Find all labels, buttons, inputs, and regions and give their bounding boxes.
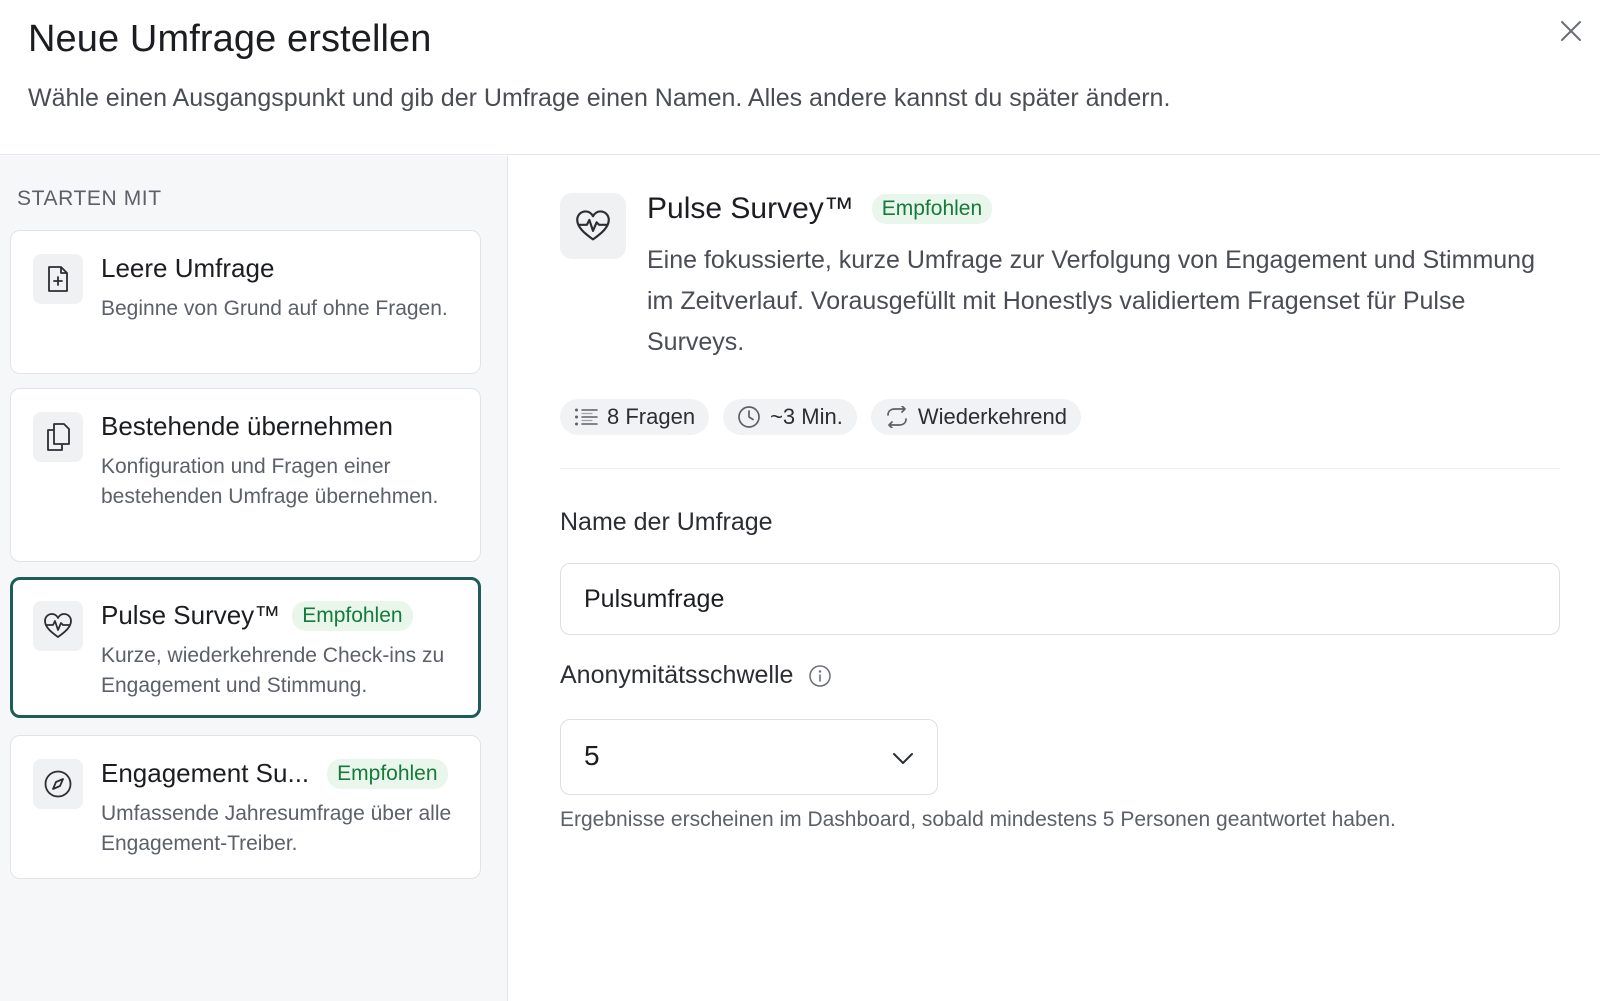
option-title: Engagement Su... <box>101 758 310 788</box>
detail-title: Pulse Survey™ <box>647 192 854 225</box>
option-copy-existing[interactable]: Bestehende übernehmen Konfiguration und … <box>10 388 481 562</box>
info-icon[interactable] <box>808 664 832 688</box>
list-icon <box>575 408 598 426</box>
dialog-header: Neue Umfrage erstellen Wähle einen Ausga… <box>0 0 1600 155</box>
anonymity-hint: Ergebnisse erscheinen im Dashboard, soba… <box>560 808 1396 831</box>
option-title: Bestehende übernehmen <box>101 411 394 441</box>
stat-label: ~3 Min. <box>770 404 843 429</box>
detail-description: Eine fokussierte, kurze Umfrage zur Verf… <box>647 246 1535 356</box>
close-button[interactable] <box>1556 16 1586 46</box>
option-pulse-survey[interactable]: Pulse Survey™ Empfohlen Kurze, wiederkeh… <box>10 577 481 718</box>
option-icon-box <box>33 601 83 651</box>
option-icon-box <box>33 412 83 462</box>
heart-pulse-icon <box>576 210 610 241</box>
anonymity-threshold-label: Anonymitätsschwelle <box>560 661 794 689</box>
file-plus-icon <box>48 266 68 292</box>
heart-pulse-icon <box>44 613 72 638</box>
option-title: Leere Umfrage <box>101 253 275 283</box>
option-title: Pulse Survey™ <box>101 600 281 630</box>
stat-recurrence: Wiederkehrend <box>870 399 1082 435</box>
sidebar-title: STARTEN MIT <box>17 187 162 210</box>
repeat-icon <box>886 406 907 428</box>
option-icon-box <box>33 254 83 304</box>
survey-stats: 8 Fragen ~3 Min. Wiederkehrend <box>560 399 1082 435</box>
recommended-badge: Empfohlen <box>327 758 448 789</box>
option-description: Beginne von Grund auf ohne Fragen. <box>101 297 448 320</box>
option-description: Umfassende Jahresumfrage über alle Engag… <box>101 802 452 855</box>
clock-icon <box>738 406 760 428</box>
compass-icon <box>44 770 72 798</box>
recommended-badge: Empfohlen <box>292 600 413 631</box>
stat-label: 8 Fragen <box>607 404 696 429</box>
copy-icon <box>47 423 70 451</box>
dialog-title: Neue Umfrage erstellen <box>28 18 432 60</box>
option-description: Konfiguration und Fragen einer bestehend… <box>101 455 439 508</box>
option-icon-box <box>33 759 83 809</box>
survey-name-label: Name der Umfrage <box>560 508 773 536</box>
option-blank-survey[interactable]: Leere Umfrage Beginne von Grund auf ohne… <box>10 230 481 374</box>
stat-questions: 8 Fragen <box>560 399 710 435</box>
section-divider <box>560 468 1560 469</box>
starting-point-sidebar: STARTEN MIT Leere Umfrage Beginne von Gr… <box>0 156 508 1001</box>
select-value: 5 <box>584 740 600 771</box>
survey-name-input[interactable] <box>560 563 1560 635</box>
chevron-down-icon <box>893 753 913 764</box>
detail-icon-box <box>560 193 626 259</box>
recommended-badge: Empfohlen <box>871 194 993 224</box>
dialog-subtitle: Wähle einen Ausgangspunkt und gib der Um… <box>28 84 1171 112</box>
stat-label: Wiederkehrend <box>917 404 1068 429</box>
option-engagement-survey[interactable]: Engagement Su... Empfohlen Umfassende Ja… <box>10 735 481 879</box>
close-icon <box>1561 21 1581 41</box>
option-description: Kurze, wiederkehrende Check-ins zu Engag… <box>101 644 445 697</box>
anonymity-threshold-select[interactable]: 5 <box>560 719 938 795</box>
survey-detail-panel: Pulse Survey™ Empfohlen Eine fokussierte… <box>509 156 1600 1001</box>
stat-duration: ~3 Min. <box>723 399 857 435</box>
anonymity-label-row: Anonymitätsschwelle <box>560 661 832 690</box>
